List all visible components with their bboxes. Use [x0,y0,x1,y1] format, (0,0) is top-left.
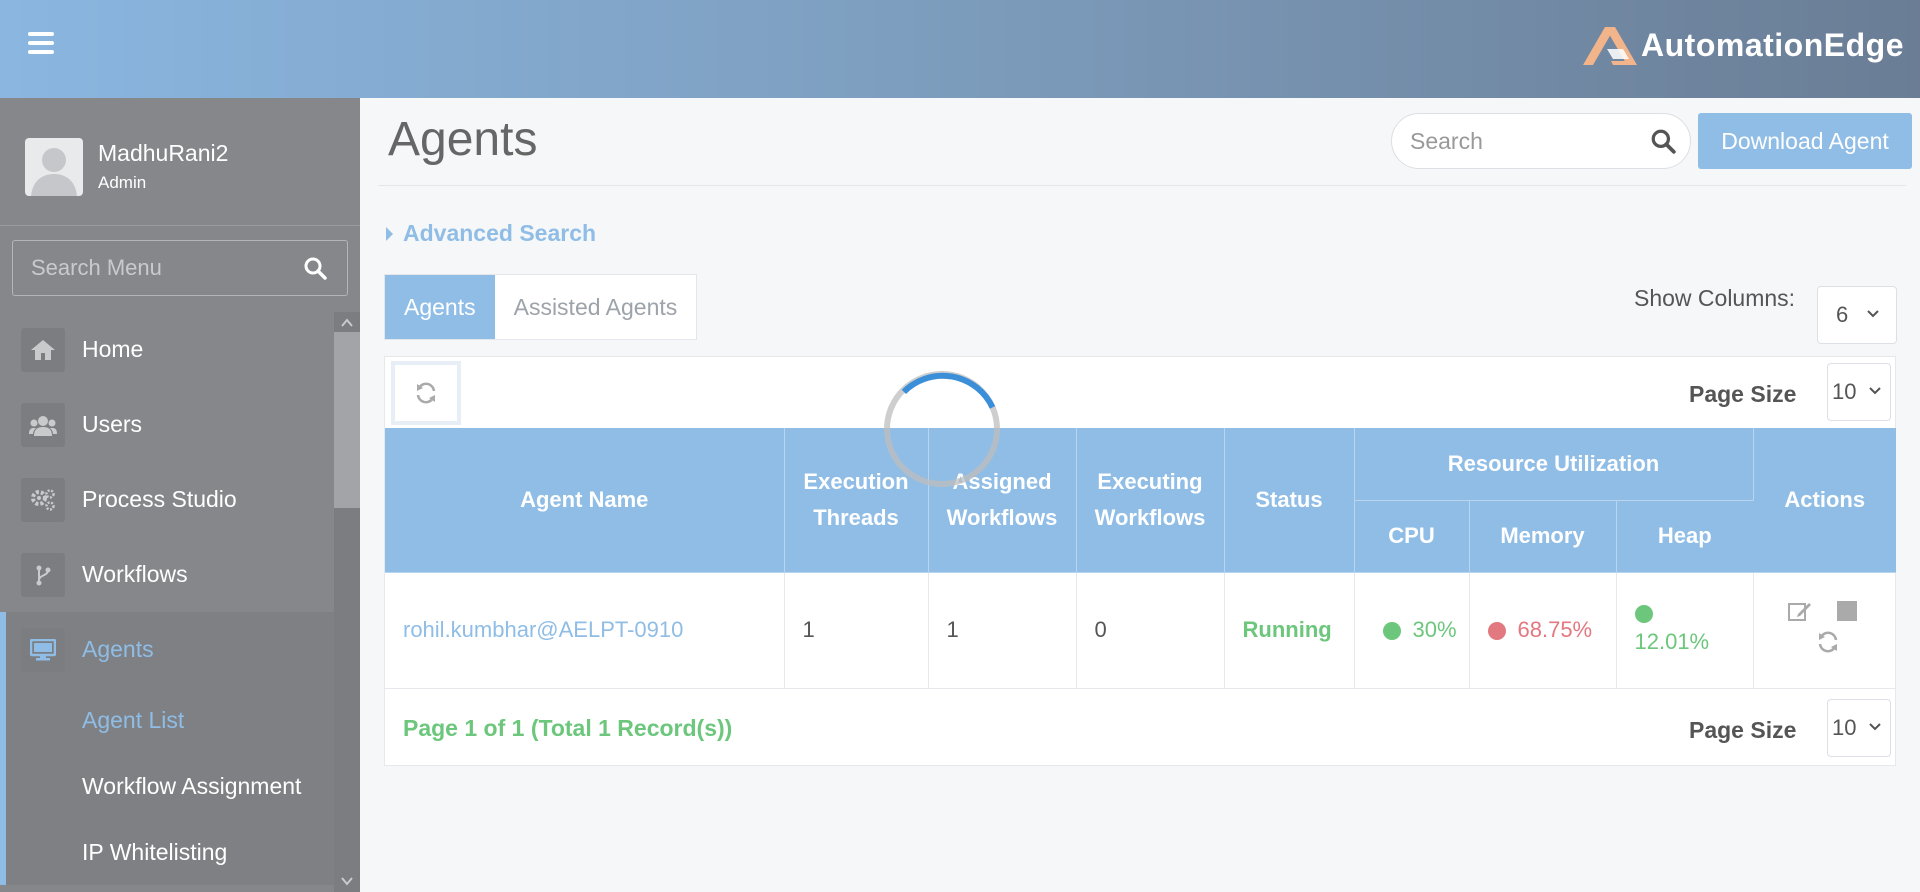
user-role: Admin [98,173,147,192]
pagination-info: Page 1 of 1 (Total 1 Record(s)) [403,715,733,741]
main-content: Agents Download Agent Advanced Search Ag… [360,98,1920,892]
user-avatar-icon [31,148,77,196]
loading-spinner-icon [884,371,1000,487]
sidebar-item-label: Agents [82,636,154,662]
cpu-status-dot-icon [1382,622,1401,641]
global-search [1391,113,1691,169]
advanced-search-toggle[interactable]: Advanced Search [386,220,596,247]
search-menu-input[interactable] [13,241,293,295]
users-icon [21,402,65,447]
workflow-icon [21,552,65,597]
column-header-status[interactable]: Status [1224,428,1355,573]
scroll-down-icon[interactable] [340,874,354,888]
avatar [25,138,83,196]
table-row: rohil.kumbhar@AELPT-0910 1 1 0 Running 3… [385,572,1896,689]
sidebar-item-label: Process Studio [82,486,237,512]
page-title: Agents [388,113,538,166]
download-agent-button[interactable]: Download Agent [1698,113,1912,169]
tab-agents[interactable]: Agents [385,275,495,339]
executing-workflows-cell: 0 [1076,572,1225,689]
user-name: MadhuRani2 [98,140,229,166]
scrollbar-thumb[interactable] [334,332,360,508]
sidebar: MadhuRani2 Admin Home Users Process Stud… [0,98,360,892]
page-size-select-top[interactable]: 10 [1827,363,1891,421]
top-bar: AutomationEdge [0,0,1920,98]
status-cell: Running [1224,572,1355,689]
advanced-search-label: Advanced Search [403,220,597,246]
search-icon[interactable] [303,256,327,280]
page-size-label-top: Page Size [1689,381,1797,407]
page-size-select-bottom[interactable]: 10 [1827,699,1891,757]
user-panel: MadhuRani2 Admin [0,98,360,226]
sidebar-item-process-studio[interactable]: Process Studio [0,462,334,537]
sidebar-item-users[interactable]: Users [0,387,334,462]
logo-text: AutomationEdge [1641,26,1904,63]
execution-threads-cell: 1 [784,572,929,689]
memory-cell: 68.75% [1469,572,1617,689]
column-header-resource-utilization: Resource Utilization [1354,428,1754,501]
stop-icon[interactable] [1836,600,1858,622]
sidebar-scrollbar[interactable] [334,312,360,892]
automationedge-logo-icon [1583,27,1638,65]
show-columns-label: Show Columns: [1634,285,1796,311]
sidebar-item-label: Home [82,336,144,362]
sidebar-subitem-workflow-assignment[interactable]: Workflow Assignment [6,753,334,819]
cpu-cell: 30% [1354,572,1470,689]
assigned-workflows-cell: 1 [928,572,1077,689]
page-size-value: 10 [1832,715,1857,740]
show-columns-select[interactable]: 6 [1817,286,1897,344]
agents-submenu: Agent List Workflow Assignment IP Whitel… [0,687,334,885]
refresh-button[interactable] [391,361,461,425]
search-input[interactable] [1392,114,1632,168]
agent-tabs: Agents Assisted Agents [384,274,698,340]
actions-cell [1753,572,1896,689]
cpu-value: 30% [1412,617,1457,642]
hamburger-menu-icon[interactable] [28,32,54,54]
memory-value: 68.75% [1517,617,1593,642]
desktop-icon [21,627,65,672]
sidebar-menu: Home Users Process Studio Workflows Agen… [0,312,334,885]
page-header: Agents Download Agent [378,98,1912,186]
heap-status-dot-icon [1634,605,1653,623]
agents-grid: Page Size 10 Agent Name Execution Threads… [384,356,1896,766]
heap-cell: 12.01% [1616,572,1754,689]
status-badge: Running [1242,617,1332,642]
sidebar-subitem-ip-whitelisting[interactable]: IP Whitelisting [6,819,334,885]
agent-name-cell: rohil.kumbhar@AELPT-0910 [385,572,785,689]
caret-right-icon [386,226,393,241]
column-header-executing-workflows[interactable]: Executing Workflows [1076,428,1225,573]
memory-status-dot-icon [1487,622,1506,641]
column-header-cpu[interactable]: CPU [1354,500,1470,573]
scroll-up-icon[interactable] [340,316,354,330]
refresh-icon [416,382,436,404]
sidebar-item-agents[interactable]: Agents [0,612,334,687]
gears-icon [21,477,65,522]
edit-icon[interactable] [1787,600,1812,622]
app-logo: AutomationEdge [1577,20,1904,70]
column-header-actions: Actions [1753,428,1896,573]
column-header-memory[interactable]: Memory [1469,500,1617,573]
restart-icon[interactable] [1816,630,1840,654]
home-icon [21,327,65,372]
sidebar-item-workflows[interactable]: Workflows [0,537,334,612]
search-menu [12,240,348,296]
chevron-down-icon [1869,387,1881,395]
chevron-down-icon [1867,310,1879,318]
show-columns-value: 6 [1836,302,1849,327]
tab-assisted-agents[interactable]: Assisted Agents [495,275,697,339]
heap-value: 12.01% [1634,629,1710,654]
search-icon[interactable] [1650,128,1676,154]
chevron-down-icon [1869,723,1881,731]
sidebar-item-label: Workflows [82,561,188,587]
page-size-label-bottom: Page Size [1689,717,1797,743]
page-size-value: 10 [1832,379,1857,404]
agent-name-link[interactable]: rohil.kumbhar@AELPT-0910 [403,617,683,642]
sidebar-subitem-agent-list[interactable]: Agent List [6,687,334,753]
column-header-agent-name[interactable]: Agent Name [385,428,785,573]
column-header-heap[interactable]: Heap [1616,500,1753,573]
sidebar-item-home[interactable]: Home [0,312,334,387]
sidebar-item-label: Users [82,411,143,437]
agents-table: Agent Name Execution Threads Assigned Work… [385,428,1896,689]
